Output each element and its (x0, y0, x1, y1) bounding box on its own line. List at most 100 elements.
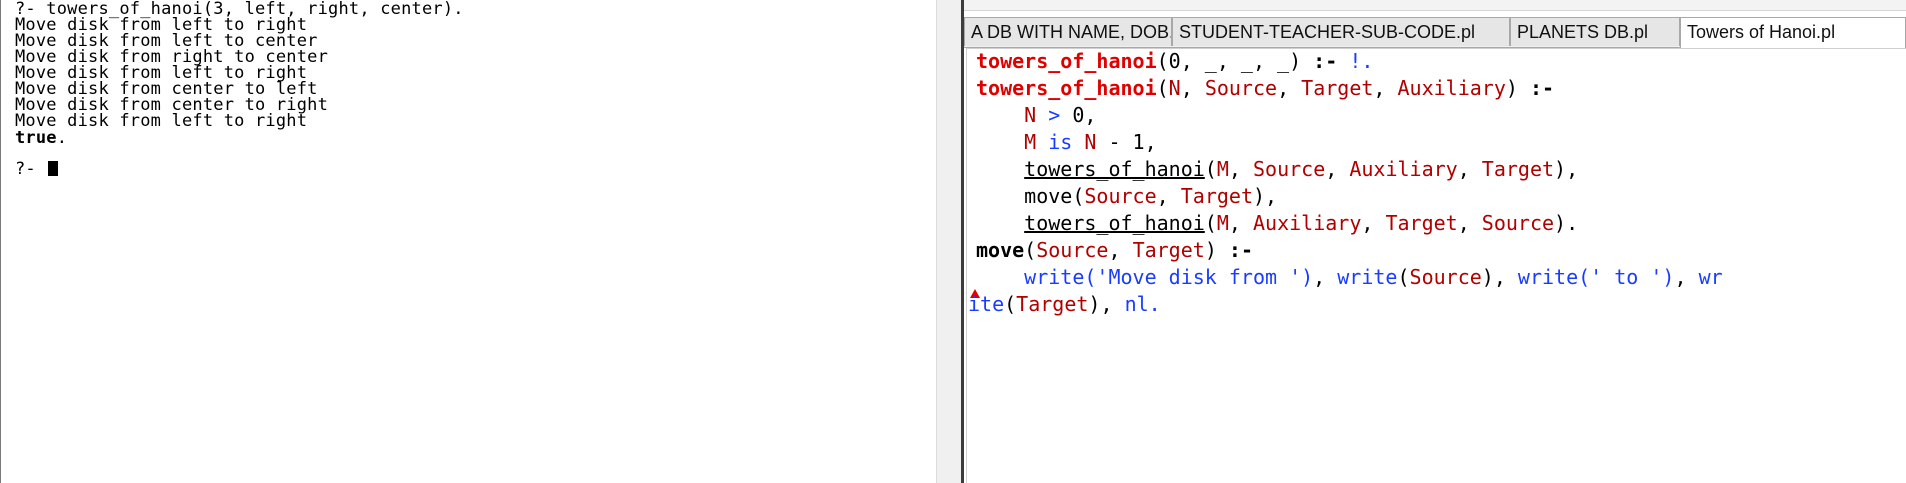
comma: , (1361, 211, 1386, 235)
console-prompt-line[interactable]: ?- (15, 159, 59, 179)
builtin-write: write (1517, 265, 1579, 289)
file-tab-bar: A DB WITH NAME, DOB.pl STUDENT-TEACHER-S… (964, 17, 1906, 48)
builtin-write-wrapped: wr (1698, 265, 1723, 289)
variable: Auxiliary (1349, 157, 1458, 181)
variable: Target (1481, 157, 1555, 181)
variable: Target (1301, 76, 1374, 100)
code-line-2: towers_of_hanoi(N, Source, Target, Auxil… (976, 75, 1554, 102)
variable: Auxiliary (1252, 211, 1362, 235)
variable: Source (1036, 238, 1109, 262)
variable: Target (1385, 211, 1458, 235)
code-line-9: write('Move disk from '), write(Source),… (976, 264, 1723, 291)
editor-pane: A DB WITH NAME, DOB.pl STUDENT-TEACHER-S… (964, 0, 1906, 483)
variable: Source (1084, 184, 1157, 208)
builtin-write-wrapped: ite (968, 292, 1005, 316)
comparison-operator: > (1036, 103, 1073, 127)
code-line-5: towers_of_hanoi(M, Source, Auxiliary, Ta… (976, 156, 1578, 183)
string-arg: (' to ') (1578, 265, 1675, 289)
variable: N (1168, 76, 1181, 100)
tab-planets-db[interactable]: PLANETS DB.pl (1510, 17, 1680, 46)
variable: M (1024, 130, 1037, 154)
number-literal: 0, (1072, 103, 1097, 127)
comma: , (1457, 211, 1482, 235)
variable: Target (1016, 292, 1089, 316)
variable: Source (1204, 76, 1278, 100)
paren: ( (1024, 238, 1037, 262)
clause-end: . (1148, 292, 1161, 316)
neck-operator: :- (1228, 238, 1253, 262)
text-cursor (48, 161, 59, 176)
variable: Target (1180, 184, 1253, 208)
code-line-3: N > 0, (976, 102, 1096, 129)
comma: , (1277, 76, 1302, 100)
code-line-7: towers_of_hanoi(M, Auxiliary, Target, So… (976, 210, 1578, 237)
goal-end: ), (1252, 184, 1278, 208)
code-line-6: move(Source, Target), (976, 183, 1277, 210)
result-period: . (56, 128, 68, 148)
variable: Source (1409, 265, 1482, 289)
recursive-call[interactable]: towers_of_hanoi (1024, 157, 1205, 181)
query-console[interactable]: ?- towers_of_hanoi(3, left, right, cente… (0, 0, 936, 483)
comma: , (1228, 211, 1253, 235)
builtin-write: write (1024, 265, 1085, 289)
paren: ( (1004, 292, 1017, 316)
comma: , (1373, 76, 1398, 100)
prompt-text: ?- (15, 159, 47, 179)
code-editor[interactable]: towers_of_hanoi(0, _, _, _) :- !. towers… (966, 48, 1906, 483)
code-line-4: M is N - 1, (976, 129, 1157, 156)
paren: ) (1481, 265, 1494, 289)
recursive-call[interactable]: towers_of_hanoi (1024, 211, 1205, 235)
variable: Target (1132, 238, 1205, 262)
variable: Auxiliary (1397, 76, 1506, 100)
clause-end: . (1361, 49, 1374, 73)
clause-head-predicate: towers_of_hanoi (976, 76, 1157, 100)
paren: ) (1088, 292, 1101, 316)
clause-end: ). (1554, 211, 1579, 235)
paren: ) (1204, 238, 1229, 262)
variable: N (1024, 103, 1037, 127)
neck-operator: :- (1529, 76, 1555, 100)
arith-expression: - 1, (1096, 130, 1157, 154)
result-true: true (15, 128, 57, 148)
head-args: (0, _, _, _) (1156, 49, 1314, 73)
variable: Source (1252, 157, 1326, 181)
comma: , (1674, 265, 1699, 289)
variable: M (1216, 211, 1229, 235)
comma: , (1457, 157, 1482, 181)
variable: M (1216, 157, 1229, 181)
variable: N (1084, 130, 1097, 154)
neck-operator: :- (1313, 49, 1338, 73)
tab-a-db-with-name-dob[interactable]: A DB WITH NAME, DOB.pl (964, 17, 1172, 46)
console-result-line: true. (15, 129, 67, 148)
is-operator: is (1036, 130, 1085, 154)
editor-top-strip (964, 0, 1906, 11)
paren: ( (1156, 76, 1169, 100)
clause-head-predicate: towers_of_hanoi (976, 49, 1157, 73)
builtin-write: write (1337, 265, 1398, 289)
code-line-10: ite(Target), nl. (968, 291, 1161, 318)
tab-student-teacher-sub-code[interactable]: STUDENT-TEACHER-SUB-CODE.pl (1172, 17, 1510, 46)
comma: , (1180, 76, 1205, 100)
comma: , (1156, 184, 1181, 208)
paren: ( (1397, 265, 1410, 289)
comma: , (1228, 157, 1253, 181)
paren: ) (1505, 76, 1530, 100)
tab-towers-of-hanoi[interactable]: Towers of Hanoi.pl (1680, 17, 1906, 48)
comma: , (1493, 265, 1518, 289)
goal-end: ), (1554, 157, 1579, 181)
move-call[interactable]: move (1024, 184, 1072, 208)
paren: ( (1204, 211, 1217, 235)
code-line-1: towers_of_hanoi(0, _, _, _) :- !. (976, 49, 1374, 75)
paren: ( (1072, 184, 1085, 208)
console-scrollbar[interactable] (936, 0, 961, 483)
comma: , (1313, 265, 1338, 289)
cut-operator: ! (1349, 49, 1362, 73)
code-line-8: move(Source, Target) :- (976, 237, 1253, 264)
